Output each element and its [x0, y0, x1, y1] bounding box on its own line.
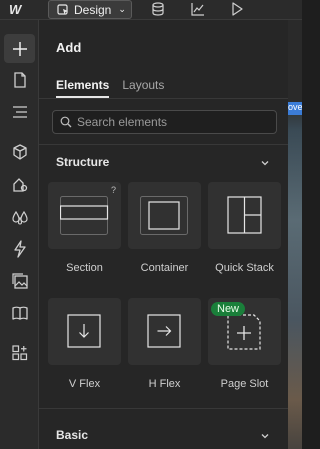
apps-icon — [11, 344, 27, 360]
v-flex-element-icon — [67, 314, 101, 348]
card-label-v-flex: V Flex — [68, 378, 101, 390]
card-label-page-slot: Page Slot — [220, 378, 269, 390]
panel-tabs: Elements Layouts — [56, 78, 164, 92]
styles-button[interactable] — [4, 170, 35, 199]
variables-icon — [11, 210, 28, 224]
library-icon — [11, 306, 28, 320]
interactions-button[interactable] — [4, 234, 35, 263]
card-label-container: Container — [140, 262, 189, 274]
help-icon[interactable]: ? — [111, 185, 116, 195]
add-panel-button[interactable] — [4, 34, 35, 63]
container-element-icon — [140, 196, 188, 235]
add-panel: Add Elements Layouts Structure ? Section… — [39, 20, 288, 449]
tab-elements[interactable]: Elements — [56, 78, 109, 92]
library-button[interactable] — [4, 298, 35, 327]
webflow-logo[interactable]: W — [9, 2, 31, 18]
quick-stack-element-icon — [227, 196, 262, 234]
section-basic-title[interactable]: Basic — [56, 428, 88, 442]
play-icon[interactable] — [229, 1, 245, 17]
chevron-down-icon[interactable] — [260, 158, 270, 168]
element-card-v-flex[interactable] — [48, 298, 121, 365]
design-mode-label: Design — [74, 2, 112, 17]
assets-button[interactable] — [4, 266, 35, 295]
page-slot-element-icon — [227, 314, 261, 350]
database-icon[interactable] — [150, 1, 166, 17]
navigator-button[interactable] — [4, 97, 35, 126]
element-card-section[interactable]: ? — [48, 182, 121, 249]
chevron-down-icon[interactable] — [260, 431, 270, 441]
element-card-h-flex[interactable] — [128, 298, 201, 365]
cursor-icon — [57, 3, 68, 15]
search-icon — [60, 116, 72, 128]
left-rail — [0, 20, 39, 449]
chart-icon[interactable] — [190, 1, 206, 17]
card-label-h-flex: H Flex — [148, 378, 181, 390]
element-card-quick-stack[interactable] — [208, 182, 281, 249]
apps-button[interactable] — [4, 338, 35, 367]
tab-layouts[interactable]: Layouts — [122, 78, 164, 92]
assets-icon — [11, 272, 28, 289]
chevron-down-icon: ⌄ — [118, 4, 126, 14]
top-toolbar: W Design ⌄ — [0, 0, 302, 20]
h-flex-element-icon — [147, 314, 181, 348]
search-input[interactable] — [77, 115, 267, 129]
design-mode-button[interactable]: Design ⌄ — [48, 0, 132, 19]
element-card-container[interactable] — [128, 182, 201, 249]
canvas-selection-label: ove — [288, 102, 302, 115]
search-divider — [39, 144, 288, 145]
tabs-divider — [39, 98, 288, 99]
section-structure-title[interactable]: Structure — [56, 155, 109, 169]
design-canvas[interactable]: ove — [288, 20, 302, 449]
section-element-icon — [60, 196, 109, 235]
card-label-quick-stack: Quick Stack — [215, 262, 274, 274]
add-icon — [12, 41, 27, 56]
components-icon — [12, 143, 27, 160]
variables-button[interactable] — [4, 203, 35, 232]
interactions-icon — [13, 239, 26, 258]
components-button[interactable] — [4, 137, 35, 166]
section-divider — [39, 408, 288, 409]
panel-title: Add — [56, 40, 82, 55]
styles-icon — [12, 177, 27, 192]
search-box[interactable] — [52, 110, 277, 134]
pages-button[interactable] — [4, 65, 35, 94]
card-label-section: Section — [66, 262, 103, 274]
new-badge: New — [211, 302, 246, 316]
navigator-icon — [12, 105, 27, 118]
page-icon — [13, 71, 26, 88]
